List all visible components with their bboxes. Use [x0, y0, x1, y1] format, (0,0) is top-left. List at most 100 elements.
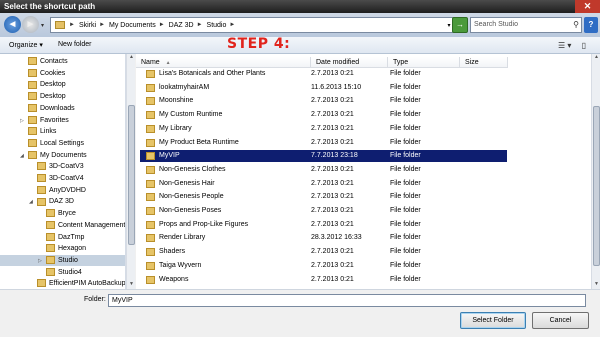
select-shortcut-dialog: Select the shortcut path ✕ ◄ ► ▾ ► Skirk… — [0, 0, 600, 337]
table-row[interactable]: Non-Genesis Poses 2.7.2013 0:21 File folde… — [140, 205, 507, 217]
file-name: MyVIP — [159, 152, 180, 160]
sidebar-item[interactable]: 3D-CoatV4 — [0, 173, 125, 184]
table-row[interactable]: My Library 2.7.2013 0:21 File folder — [140, 123, 507, 135]
folder-icon — [146, 193, 155, 202]
breadcrumb-item-daz-3d[interactable]: DAZ 3D — [169, 22, 194, 29]
search-icon[interactable]: ⚲ — [573, 18, 579, 32]
sidebar-item[interactable]: Contacts — [0, 56, 125, 67]
table-row[interactable]: lookatmyhairAM 11.6.2013 15:10 File folder — [140, 82, 507, 94]
scroll-down-arrow[interactable]: ▼ — [127, 281, 136, 289]
breadcrumb-separator[interactable]: ► — [159, 22, 165, 28]
scroll-up-arrow[interactable]: ▲ — [127, 54, 136, 62]
back-button[interactable]: ◄ — [4, 16, 21, 33]
file-date: 2.7.2013 0:21 — [311, 111, 354, 119]
folder-icon — [46, 267, 55, 276]
file-list-scrollbar[interactable]: ▲ ▼ — [591, 54, 600, 289]
sidebar-item[interactable]: ◢ My Documents — [0, 150, 125, 162]
file-date: 2.7.2013 0:21 — [311, 165, 354, 173]
breadcrumb-item-studio[interactable]: Studio — [207, 22, 227, 29]
sidebar-item[interactable]: Hexagon — [0, 243, 125, 254]
breadcrumb[interactable]: ► Skirki ► My Documents ► DAZ 3D ► Studi… — [50, 17, 456, 33]
file-type: File folder — [390, 111, 421, 119]
help-button[interactable]: ? — [584, 17, 598, 33]
table-row[interactable]: Render Library 28.3.2012 16:33 File folder — [140, 232, 507, 244]
column-header-size[interactable]: Size — [460, 57, 508, 68]
sidebar-item-label: Downloads — [40, 104, 75, 112]
file-date: 28.3.2012 16:33 — [311, 234, 362, 242]
table-row[interactable]: Moonshine 2.7.2013 0:21 File folder — [140, 95, 507, 107]
table-row[interactable]: Shaders 2.7.2013 0:21 File folder — [140, 246, 507, 258]
preview-pane-button[interactable]: ▯ — [582, 41, 586, 50]
table-row[interactable]: My Product Beta Runtime 2.7.2013 0:21 File… — [140, 137, 507, 149]
sidebar-item[interactable]: Desktop — [0, 91, 125, 102]
breadcrumb-separator[interactable]: ► — [69, 22, 75, 28]
sidebar-item[interactable]: Links — [0, 126, 125, 137]
folder-icon — [28, 57, 37, 66]
breadcrumb-separator[interactable]: ► — [197, 22, 203, 28]
file-name: Lisa's Botanicals and Other Plants — [159, 70, 266, 77]
view-options-button[interactable]: ☰ ▾ — [558, 41, 571, 50]
folder-icon — [28, 139, 37, 148]
refresh-button[interactable]: → — [452, 17, 468, 33]
sidebar-item[interactable]: Bryce — [0, 208, 125, 219]
search-input[interactable]: Search Studio ⚲ — [470, 17, 582, 33]
column-header-type[interactable]: Type — [388, 57, 460, 68]
breadcrumb-item-my-documents[interactable]: My Documents — [109, 22, 156, 29]
expand-toggle-icon[interactable]: ◢ — [29, 197, 36, 208]
folder-field[interactable]: MyVIP — [108, 294, 586, 307]
cancel-button[interactable]: Cancel — [532, 312, 589, 329]
scroll-thumb[interactable] — [128, 105, 135, 246]
sidebar-item[interactable]: AnyDVDHD — [0, 185, 125, 196]
table-row[interactable]: Non-Genesis Hair 2.7.2013 0:21 File folder — [140, 178, 507, 190]
table-row[interactable]: Weapons 2.7.2013 0:21 File folder — [140, 274, 507, 286]
file-name: lookatmyhairAM — [159, 83, 210, 91]
expand-toggle-icon[interactable]: ◢ — [20, 151, 27, 162]
organize-button[interactable]: Organize ▾ — [9, 41, 43, 49]
sidebar-item[interactable]: Local Settings — [0, 138, 125, 149]
select-folder-button[interactable]: Select Folder — [460, 312, 526, 329]
file-type: File folder — [390, 138, 421, 146]
file-name: Non-Genesis Poses — [159, 207, 222, 214]
sidebar-item[interactable]: Desktop — [0, 79, 125, 90]
table-row[interactable]: Props and Prop-Like Figures 2.7.2013 0:21… — [140, 219, 507, 231]
expand-toggle-icon[interactable]: ▷ — [20, 116, 27, 127]
close-button[interactable]: ✕ — [575, 0, 600, 13]
folder-icon — [146, 70, 155, 78]
sidebar-item[interactable]: Content Management Se — [0, 220, 125, 231]
sidebar-item[interactable]: Cookies — [0, 68, 125, 79]
table-row[interactable]: My Custom Runtime 2.7.2013 0:21 File folde… — [140, 109, 507, 121]
navigation-pane[interactable]: Contacts Cookies Desktop Desktop Downloads ▷ F… — [0, 54, 126, 289]
expand-toggle-icon[interactable]: ▷ — [38, 256, 45, 267]
breadcrumb-separator[interactable]: ► — [99, 22, 105, 28]
sidebar-item[interactable]: EfficientPIM AutoBackup — [0, 278, 126, 289]
folder-icon — [146, 275, 155, 284]
file-name: Non-Genesis Hair — [159, 179, 215, 187]
table-row[interactable]: MyVIP 7.7.2013 23:18 File folder — [140, 150, 507, 163]
sidebar-item[interactable]: ▷ Favorites — [0, 115, 125, 127]
scroll-thumb[interactable] — [593, 106, 600, 267]
column-header-date[interactable]: Date modified — [311, 57, 388, 68]
sidebar-item-label: EfficientPIM AutoBackup — [49, 280, 126, 288]
navigation-scrollbar[interactable]: ▲ ▼ — [126, 54, 135, 289]
folder-icon — [146, 261, 155, 270]
sidebar-item[interactable]: Studio4 — [0, 267, 125, 278]
table-row[interactable]: Taiga Wyvern 2.7.2013 0:21 File folder — [140, 260, 507, 272]
forward-button[interactable]: ► — [22, 16, 39, 33]
table-row[interactable]: Non-Genesis People 2.7.2013 0:21 File fold… — [140, 191, 507, 203]
breadcrumb-item-skirki[interactable]: Skirki — [79, 22, 96, 29]
column-header-name[interactable]: Name ▲ — [136, 57, 311, 68]
sidebar-item[interactable]: DazTmp — [0, 232, 125, 243]
sidebar-item[interactable]: ▷ Studio — [0, 254, 125, 267]
scroll-up-arrow[interactable]: ▲ — [592, 54, 600, 62]
folder-icon — [37, 174, 46, 183]
new-folder-button[interactable]: New folder — [58, 41, 91, 48]
recent-pages-dropdown[interactable]: ▾ — [41, 22, 44, 29]
table-row[interactable]: Lisa's Botanicals and Other Plants 2.7.20… — [140, 68, 507, 80]
scroll-down-arrow[interactable]: ▼ — [592, 281, 600, 289]
sidebar-item-label: My Documents — [40, 151, 87, 159]
sidebar-item[interactable]: 3D-CoatV3 — [0, 161, 125, 172]
sidebar-item[interactable]: Downloads — [0, 103, 125, 114]
table-row[interactable]: Non-Genesis Clothes 2.7.2013 0:21 File fol… — [140, 164, 507, 176]
sidebar-item[interactable]: ◢ DAZ 3D — [0, 196, 125, 208]
breadcrumb-separator[interactable]: ► — [229, 22, 235, 28]
